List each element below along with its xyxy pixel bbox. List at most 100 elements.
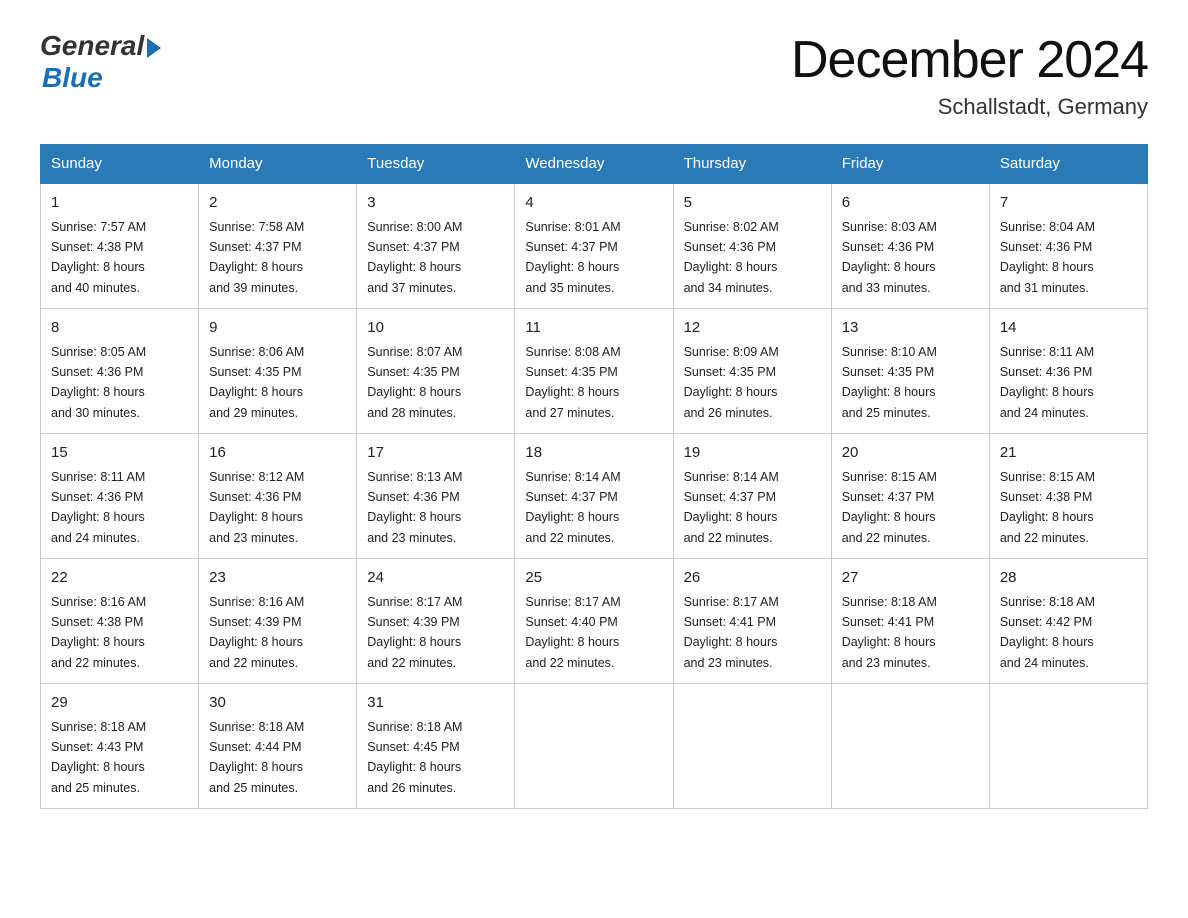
day-number: 10 [367, 317, 504, 340]
day-info: Sunrise: 8:18 AM Sunset: 4:43 PM Dayligh… [51, 720, 146, 795]
day-info: Sunrise: 8:01 AM Sunset: 4:37 PM Dayligh… [525, 220, 620, 295]
calendar-day-cell: 8Sunrise: 8:05 AM Sunset: 4:36 PM Daylig… [41, 309, 199, 434]
calendar-header-row: SundayMondayTuesdayWednesdayThursdayFrid… [41, 145, 1148, 184]
day-number: 24 [367, 567, 504, 590]
day-number: 28 [1000, 567, 1137, 590]
header-saturday: Saturday [989, 145, 1147, 184]
day-number: 31 [367, 692, 504, 715]
calendar-day-cell: 31 Sunrise: 8:18 AM Sunset: 4:45 PM Dayli… [357, 684, 515, 809]
day-number: 23 [209, 567, 346, 590]
location-subtitle: Schallstadt, Germany [791, 94, 1148, 120]
calendar-day-cell: 2 Sunrise: 7:58 AM Sunset: 4:37 PM Daylig… [199, 183, 357, 309]
day-number: 18 [525, 442, 662, 465]
day-number: 19 [684, 442, 821, 465]
day-number: 27 [842, 567, 979, 590]
day-number: 12 [684, 317, 821, 340]
day-info: Sunrise: 8:18 AM Sunset: 4:44 PM Dayligh… [209, 720, 304, 795]
page-header: General Blue December 2024 Schallstadt, … [40, 30, 1148, 120]
calendar-day-cell: 9Sunrise: 8:06 AM Sunset: 4:35 PM Daylig… [199, 309, 357, 434]
day-number: 20 [842, 442, 979, 465]
calendar-day-cell: 10 Sunrise: 8:07 AM Sunset: 4:35 PM Dayli… [357, 309, 515, 434]
day-info: Sunrise: 8:18 AM Sunset: 4:42 PM Dayligh… [1000, 595, 1095, 670]
calendar-day-cell: 25 Sunrise: 8:17 AM Sunset: 4:40 PM Dayli… [515, 559, 673, 684]
calendar-day-cell: 19 Sunrise: 8:14 AM Sunset: 4:37 PM Dayli… [673, 434, 831, 559]
day-info: Sunrise: 8:18 AM Sunset: 4:45 PM Dayligh… [367, 720, 462, 795]
calendar-day-cell: 15 Sunrise: 8:11 AM Sunset: 4:36 PM Dayli… [41, 434, 199, 559]
calendar-day-cell: 22 Sunrise: 8:16 AM Sunset: 4:38 PM Dayli… [41, 559, 199, 684]
day-number: 8 [51, 317, 188, 340]
calendar-day-cell: 3 Sunrise: 8:00 AM Sunset: 4:37 PM Daylig… [357, 183, 515, 309]
calendar-day-cell: 1 Sunrise: 7:57 AM Sunset: 4:38 PM Daylig… [41, 183, 199, 309]
day-number: 6 [842, 192, 979, 215]
day-number: 15 [51, 442, 188, 465]
calendar-day-cell [515, 684, 673, 809]
day-number: 30 [209, 692, 346, 715]
header-wednesday: Wednesday [515, 145, 673, 184]
logo-blue: Blue [42, 62, 103, 94]
day-number: 1 [51, 192, 188, 215]
day-info: Sunrise: 8:14 AM Sunset: 4:37 PM Dayligh… [525, 470, 620, 545]
calendar-day-cell: 21Sunrise: 8:15 AM Sunset: 4:38 PM Dayli… [989, 434, 1147, 559]
calendar-table: SundayMondayTuesdayWednesdayThursdayFrid… [40, 144, 1148, 809]
calendar-week-row: 8Sunrise: 8:05 AM Sunset: 4:36 PM Daylig… [41, 309, 1148, 434]
day-info: Sunrise: 8:11 AM Sunset: 4:36 PM Dayligh… [51, 470, 145, 545]
calendar-day-cell: 20 Sunrise: 8:15 AM Sunset: 4:37 PM Dayli… [831, 434, 989, 559]
day-number: 4 [525, 192, 662, 215]
calendar-week-row: 22 Sunrise: 8:16 AM Sunset: 4:38 PM Dayli… [41, 559, 1148, 684]
header-tuesday: Tuesday [357, 145, 515, 184]
calendar-day-cell: 5Sunrise: 8:02 AM Sunset: 4:36 PM Daylig… [673, 183, 831, 309]
day-number: 22 [51, 567, 188, 590]
title-area: December 2024 Schallstadt, Germany [791, 30, 1148, 120]
calendar-day-cell [989, 684, 1147, 809]
calendar-day-cell: 26 Sunrise: 8:17 AM Sunset: 4:41 PM Dayli… [673, 559, 831, 684]
day-info: Sunrise: 7:58 AM Sunset: 4:37 PM Dayligh… [209, 220, 304, 295]
day-info: Sunrise: 8:17 AM Sunset: 4:41 PM Dayligh… [684, 595, 779, 670]
calendar-day-cell: 27 Sunrise: 8:18 AM Sunset: 4:41 PM Dayli… [831, 559, 989, 684]
calendar-day-cell: 23 Sunrise: 8:16 AM Sunset: 4:39 PM Dayli… [199, 559, 357, 684]
calendar-day-cell [831, 684, 989, 809]
calendar-day-cell: 29 Sunrise: 8:18 AM Sunset: 4:43 PM Dayli… [41, 684, 199, 809]
day-info: Sunrise: 8:14 AM Sunset: 4:37 PM Dayligh… [684, 470, 779, 545]
day-info: Sunrise: 8:00 AM Sunset: 4:37 PM Dayligh… [367, 220, 462, 295]
calendar-day-cell: 28 Sunrise: 8:18 AM Sunset: 4:42 PM Dayli… [989, 559, 1147, 684]
day-number: 3 [367, 192, 504, 215]
day-info: Sunrise: 8:04 AM Sunset: 4:36 PM Dayligh… [1000, 220, 1095, 295]
day-info: Sunrise: 8:15 AM Sunset: 4:37 PM Dayligh… [842, 470, 937, 545]
day-number: 25 [525, 567, 662, 590]
day-info: Sunrise: 8:18 AM Sunset: 4:41 PM Dayligh… [842, 595, 937, 670]
day-number: 29 [51, 692, 188, 715]
day-info: Sunrise: 8:07 AM Sunset: 4:35 PM Dayligh… [367, 345, 462, 420]
day-info: Sunrise: 7:57 AM Sunset: 4:38 PM Dayligh… [51, 220, 146, 295]
day-info: Sunrise: 8:12 AM Sunset: 4:36 PM Dayligh… [209, 470, 304, 545]
header-monday: Monday [199, 145, 357, 184]
day-number: 5 [684, 192, 821, 215]
calendar-day-cell: 18 Sunrise: 8:14 AM Sunset: 4:37 PM Dayli… [515, 434, 673, 559]
day-info: Sunrise: 8:11 AM Sunset: 4:36 PM Dayligh… [1000, 345, 1094, 420]
logo-general: General [40, 30, 144, 62]
calendar-day-cell: 14Sunrise: 8:11 AM Sunset: 4:36 PM Dayli… [989, 309, 1147, 434]
calendar-day-cell: 30 Sunrise: 8:18 AM Sunset: 4:44 PM Dayli… [199, 684, 357, 809]
logo-arrow-icon [147, 38, 161, 58]
day-info: Sunrise: 8:06 AM Sunset: 4:35 PM Dayligh… [209, 345, 304, 420]
day-info: Sunrise: 8:10 AM Sunset: 4:35 PM Dayligh… [842, 345, 937, 420]
day-number: 26 [684, 567, 821, 590]
calendar-day-cell [673, 684, 831, 809]
day-info: Sunrise: 8:08 AM Sunset: 4:35 PM Dayligh… [525, 345, 620, 420]
day-info: Sunrise: 8:13 AM Sunset: 4:36 PM Dayligh… [367, 470, 462, 545]
day-number: 2 [209, 192, 346, 215]
day-number: 7 [1000, 192, 1137, 215]
day-info: Sunrise: 8:16 AM Sunset: 4:38 PM Dayligh… [51, 595, 146, 670]
calendar-day-cell: 16Sunrise: 8:12 AM Sunset: 4:36 PM Dayli… [199, 434, 357, 559]
day-info: Sunrise: 8:17 AM Sunset: 4:40 PM Dayligh… [525, 595, 620, 670]
day-info: Sunrise: 8:09 AM Sunset: 4:35 PM Dayligh… [684, 345, 779, 420]
header-sunday: Sunday [41, 145, 199, 184]
day-info: Sunrise: 8:03 AM Sunset: 4:36 PM Dayligh… [842, 220, 937, 295]
calendar-day-cell: 11Sunrise: 8:08 AM Sunset: 4:35 PM Dayli… [515, 309, 673, 434]
calendar-day-cell: 7 Sunrise: 8:04 AM Sunset: 4:36 PM Daylig… [989, 183, 1147, 309]
calendar-day-cell: 13Sunrise: 8:10 AM Sunset: 4:35 PM Dayli… [831, 309, 989, 434]
month-year-title: December 2024 [791, 30, 1148, 90]
header-friday: Friday [831, 145, 989, 184]
calendar-day-cell: 24Sunrise: 8:17 AM Sunset: 4:39 PM Dayli… [357, 559, 515, 684]
calendar-day-cell: 4 Sunrise: 8:01 AM Sunset: 4:37 PM Daylig… [515, 183, 673, 309]
day-info: Sunrise: 8:16 AM Sunset: 4:39 PM Dayligh… [209, 595, 304, 670]
